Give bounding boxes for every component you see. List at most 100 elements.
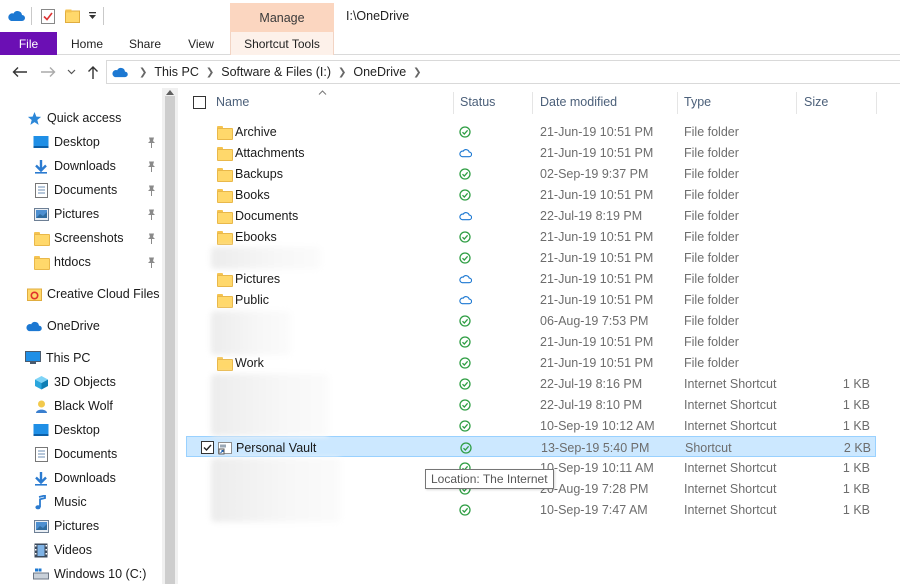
nav-black-wolf[interactable]: Black Wolf [33, 395, 113, 417]
pin-icon[interactable] [146, 136, 156, 148]
file-type: File folder [684, 355, 739, 370]
nav-downloads[interactable]: Downloads [33, 467, 116, 489]
nav-downloads-pinned[interactable]: Downloads [33, 155, 116, 177]
nav-this-pc[interactable]: This PC [25, 347, 90, 369]
nav-pictures[interactable]: Pictures [33, 515, 99, 537]
pin-icon[interactable] [146, 184, 156, 196]
scroll-up-icon[interactable] [165, 90, 175, 96]
address-bar[interactable]: ❯ This PC ❯ Software & Files (I:) ❯ OneD… [106, 60, 900, 84]
file-row[interactable]: Books 21-Jun-19 10:51 PM File folder [186, 184, 876, 205]
file-row[interactable]: Archive 21-Jun-19 10:51 PM File folder [186, 121, 876, 142]
pin-icon[interactable] [146, 160, 156, 172]
forward-button[interactable] [38, 63, 58, 81]
column-divider[interactable] [532, 92, 533, 114]
nav-3d-objects[interactable]: 3D Objects [33, 371, 116, 393]
nav-label: Desktop [54, 423, 100, 437]
redacted-name [211, 374, 329, 436]
nav-scrollbar-thumb[interactable] [165, 96, 175, 584]
onedrive-cloud-icon [457, 205, 473, 226]
nav-documents-pinned[interactable]: Documents [33, 179, 117, 201]
nav-desktop[interactable]: Desktop [33, 419, 100, 441]
nav-windows-c-drive[interactable]: Windows 10 (C:) [33, 563, 146, 584]
nav-onedrive[interactable]: OneDrive [24, 315, 100, 337]
file-row[interactable]: Ebooks 21-Jun-19 10:51 PM File folder [186, 226, 876, 247]
column-name[interactable]: Name [216, 88, 451, 116]
file-type: Internet Shortcut [684, 460, 777, 475]
file-row[interactable]: Work 21-Jun-19 10:51 PM File folder [186, 352, 876, 373]
tab-share[interactable]: Share [118, 32, 172, 55]
back-button[interactable] [10, 63, 30, 81]
column-status[interactable]: Status [460, 88, 530, 116]
column-divider[interactable] [453, 92, 454, 114]
recent-locations-button[interactable] [64, 63, 78, 81]
pin-icon[interactable] [146, 208, 156, 220]
nav-htdocs-pinned[interactable]: htdocs [33, 251, 91, 273]
column-size[interactable]: Size [804, 88, 874, 116]
chevron-down-icon [67, 69, 75, 75]
tab-shortcut-tools[interactable]: Shortcut Tools [230, 32, 334, 55]
nav-pictures-pinned[interactable]: Pictures [33, 203, 99, 225]
file-row[interactable]: Attachments 21-Jun-19 10:51 PM File folder [186, 142, 876, 163]
nav-quick-access[interactable]: Quick access [26, 107, 121, 129]
breadcrumb-onedrive[interactable]: OneDrive [353, 65, 406, 79]
green-check-circle-icon [458, 437, 474, 458]
green-check-circle-icon [457, 310, 473, 331]
nav-desktop-pinned[interactable]: Desktop [33, 131, 100, 153]
drive-icon [33, 566, 49, 582]
breadcrumb-drive[interactable]: Software & Files (I:) [221, 65, 331, 79]
row-checkbox[interactable] [200, 437, 214, 458]
file-row[interactable]: Documents 22-Jul-19 8:19 PM File folder [186, 205, 876, 226]
file-row[interactable]: Backups 02-Sep-19 9:37 PM File folder [186, 163, 876, 184]
onedrive-cloud-icon [111, 67, 128, 78]
file-size [798, 121, 870, 142]
file-type: Internet Shortcut [684, 502, 777, 517]
file-date-modified: 10-Sep-19 10:12 AM [540, 418, 655, 433]
file-size [798, 352, 870, 373]
select-all-checkbox[interactable] [193, 88, 206, 116]
nav-label: Music [54, 495, 87, 509]
column-type[interactable]: Type [684, 88, 794, 116]
properties-icon[interactable] [40, 8, 56, 24]
desktop-icon [33, 134, 49, 150]
nav-screenshots-pinned[interactable]: Screenshots [33, 227, 123, 249]
nav-documents[interactable]: Documents [33, 443, 117, 465]
desktop-icon [33, 422, 49, 438]
new-folder-icon[interactable] [64, 8, 80, 24]
chevron-right-icon: ❯ [337, 66, 347, 78]
arrow-up-icon [88, 65, 98, 79]
file-type: File folder [684, 292, 739, 307]
file-size [798, 247, 870, 268]
up-button[interactable] [84, 63, 102, 81]
customize-quick-access-icon[interactable] [86, 8, 98, 24]
nav-creative-cloud[interactable]: Creative Cloud Files [26, 283, 160, 305]
column-divider[interactable] [796, 92, 797, 114]
tab-file[interactable]: File [0, 32, 57, 55]
file-type: File folder [684, 166, 739, 181]
pin-icon[interactable] [146, 256, 156, 268]
music-note-icon [33, 494, 49, 510]
onedrive-cloud-icon [457, 142, 473, 163]
file-row[interactable]: Pictures 21-Jun-19 10:51 PM File folder [186, 268, 876, 289]
file-row[interactable]: Personal Vault 13-Sep-19 5:40 PM Shortcut 2… [186, 436, 876, 457]
nav-music[interactable]: Music [33, 491, 87, 513]
nav-videos[interactable]: Videos [33, 539, 92, 561]
tab-view[interactable]: View [176, 32, 226, 55]
column-date-modified[interactable]: Date modified [540, 88, 675, 116]
file-row[interactable]: Public 21-Jun-19 10:51 PM File folder [186, 289, 876, 310]
breadcrumb-this-pc[interactable]: This PC [154, 65, 198, 79]
column-header: Name Status Date modified Type Size [186, 88, 877, 116]
computer-icon [25, 350, 41, 366]
file-date-modified: 22-Jul-19 8:19 PM [540, 208, 643, 223]
tab-home[interactable]: Home [60, 32, 114, 55]
file-type: File folder [684, 313, 739, 328]
folder-icon [216, 142, 233, 163]
column-divider[interactable] [677, 92, 678, 114]
pin-icon[interactable] [146, 232, 156, 244]
file-date-modified: 21-Jun-19 10:51 PM [540, 271, 654, 286]
file-type: File folder [684, 334, 739, 349]
manage-contextual-tab[interactable]: Manage [230, 3, 334, 33]
file-size [798, 226, 870, 247]
folder-icon [216, 184, 233, 205]
file-type: Shortcut [685, 440, 732, 455]
column-divider[interactable] [876, 92, 877, 114]
